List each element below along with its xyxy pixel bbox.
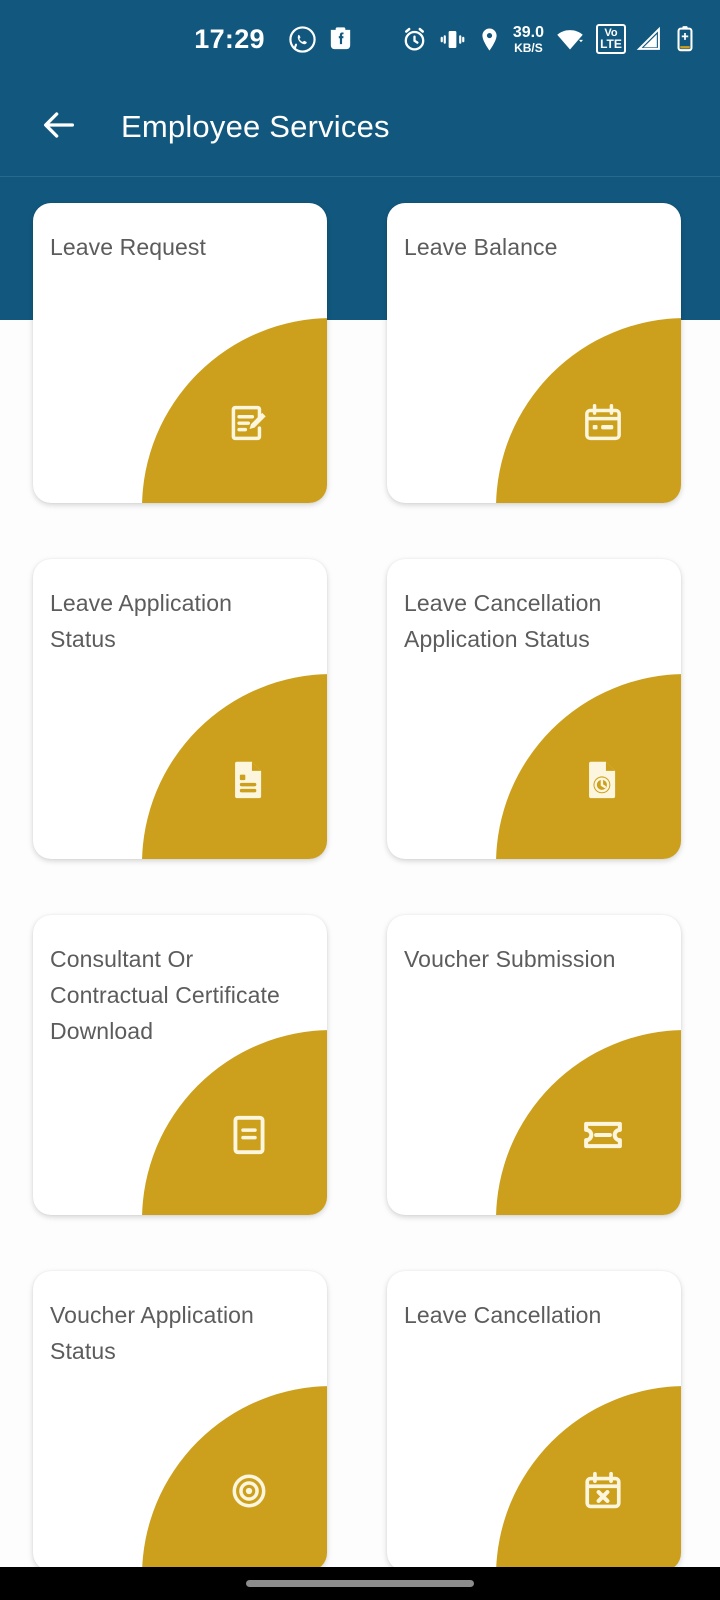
service-card-voucher-application-status[interactable]: Voucher Application Status	[33, 1271, 327, 1571]
page-title: Employee Services	[121, 109, 390, 144]
card-accent-shape	[142, 318, 327, 503]
gesture-home-pill[interactable]	[246, 1580, 474, 1587]
card-accent-shape	[496, 318, 681, 503]
volte-icon: Vo LTE	[596, 24, 626, 54]
card-title: Leave Cancellation Application Status	[404, 590, 602, 652]
card-accent-shape	[496, 1386, 681, 1571]
service-card-voucher-submission[interactable]: Voucher Submission	[387, 915, 681, 1215]
card-title: Voucher Submission	[404, 946, 616, 972]
card-accent-shape	[142, 674, 327, 859]
document-history-icon	[557, 733, 625, 806]
card-title: Leave Balance	[404, 234, 558, 260]
system-navigation-bar	[0, 1567, 720, 1600]
services-grid: Leave Request Leave Balance Leave Applic…	[0, 203, 720, 1571]
service-card-leave-request[interactable]: Leave Request	[33, 203, 327, 503]
cellular-signal-icon	[635, 25, 663, 53]
document-lines-icon	[203, 733, 271, 806]
back-button[interactable]	[22, 90, 96, 164]
service-card-leave-cancellation-application-status[interactable]: Leave Cancellation Application Status	[387, 559, 681, 859]
card-title: Leave Request	[50, 234, 207, 260]
card-title: Consultant Or Contractual Certificate Do…	[50, 946, 280, 1044]
app-bar: Employee Services	[0, 78, 720, 177]
card-accent-shape	[496, 1030, 681, 1215]
card-title: Leave Application Status	[50, 590, 233, 652]
calendar-cancel-icon	[557, 1445, 625, 1518]
alarm-icon	[400, 25, 429, 54]
card-title: Leave Cancellation	[404, 1302, 602, 1328]
ticket-icon	[556, 1088, 626, 1163]
service-card-leave-cancellation[interactable]: Leave Cancellation	[387, 1271, 681, 1571]
service-card-consultant-certificate-download[interactable]: Consultant Or Contractual Certificate Do…	[33, 915, 327, 1215]
certificate-icon	[203, 1089, 271, 1162]
location-icon	[476, 26, 503, 53]
vibrate-icon	[438, 25, 467, 54]
card-title: Voucher Application Status	[50, 1302, 254, 1364]
volte-label-bottom: LTE	[600, 37, 622, 51]
service-card-leave-balance[interactable]: Leave Balance	[387, 203, 681, 503]
card-accent-shape	[142, 1386, 327, 1571]
arrow-left-icon	[39, 105, 79, 150]
status-bar-clock: 17:29	[194, 23, 265, 54]
battery-charging-icon	[672, 25, 698, 53]
facebook-messenger-icon	[326, 25, 355, 54]
calendar-icon	[557, 377, 625, 450]
note-edit-icon	[203, 377, 271, 450]
card-accent-shape	[142, 1030, 327, 1215]
network-speed-value: 39.0	[512, 23, 544, 41]
network-speed-indicator: 39.0 KB/S	[512, 23, 544, 55]
network-speed-unit: KB/S	[514, 40, 543, 55]
eye-icon	[204, 1446, 270, 1517]
card-accent-shape	[496, 674, 681, 859]
whatsapp-icon	[288, 25, 317, 54]
wifi-icon	[555, 24, 585, 54]
service-card-leave-application-status[interactable]: Leave Application Status	[33, 559, 327, 859]
employee-services-screen: 17:29 39.0 KB/S Vo LTE Employee Services…	[0, 0, 720, 1600]
status-bar: 17:29 39.0 KB/S Vo LTE	[0, 0, 720, 78]
